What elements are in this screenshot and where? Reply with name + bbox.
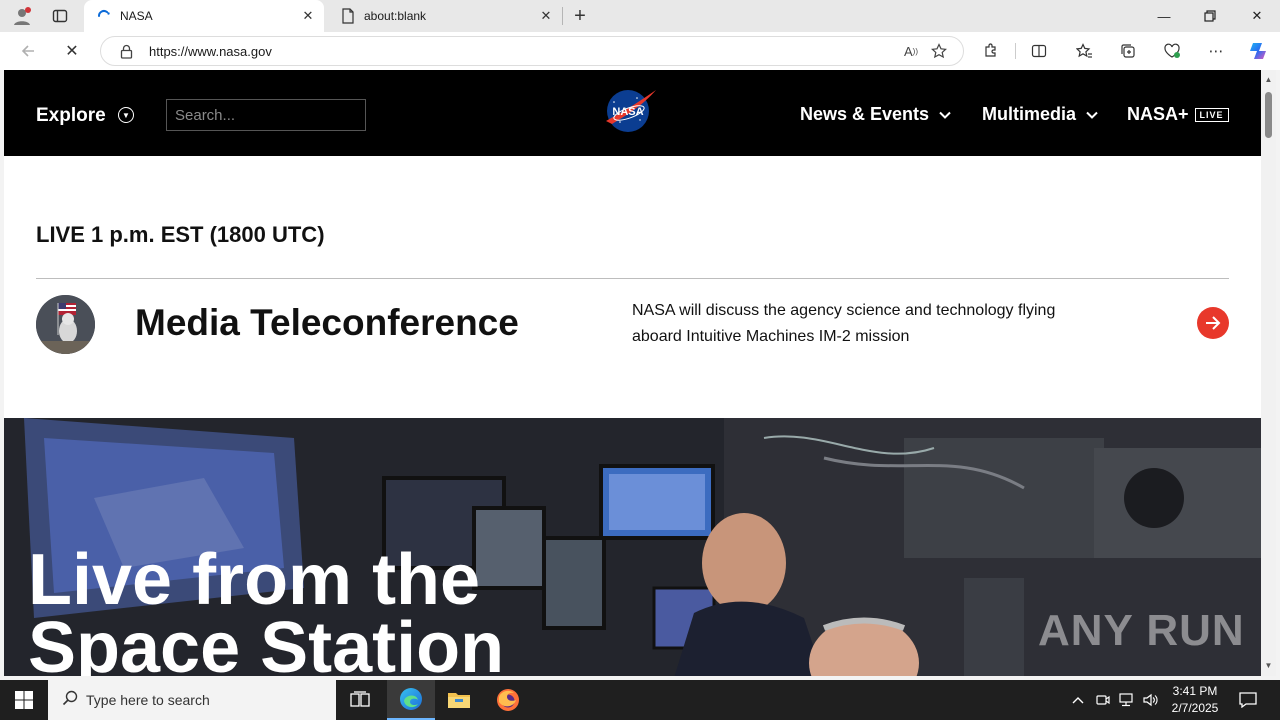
chevron-down-icon[interactable]: ▼ (118, 107, 134, 123)
windows-taskbar: Type here to search 3:41 PM 2/7/2025 (0, 680, 1280, 720)
tab-title: NASA (120, 9, 153, 23)
favorites-icon[interactable] (1070, 37, 1098, 65)
chevron-down-icon (1086, 108, 1098, 122)
tab-divider (562, 7, 563, 25)
meet-now-icon[interactable] (1093, 680, 1113, 720)
tab-actions-icon[interactable] (48, 4, 72, 28)
menu-label: NASA+ (1127, 104, 1189, 124)
taskbar-clock[interactable]: 3:41 PM 2/7/2025 (1160, 683, 1230, 717)
volume-icon[interactable] (1141, 680, 1161, 720)
notifications-icon[interactable] (1236, 680, 1260, 720)
network-icon[interactable] (1117, 680, 1137, 720)
show-hidden-icons-chevron-icon[interactable] (1068, 680, 1088, 720)
profile-icon[interactable] (10, 4, 34, 28)
loading-spinner-icon (96, 8, 112, 24)
close-tab-icon[interactable]: ✕ (298, 6, 318, 26)
menu-label: Multimedia (982, 104, 1077, 124)
live-badge: LIVE (1194, 107, 1229, 122)
address-bar[interactable]: https://www.nasa.gov A)) (100, 36, 964, 66)
taskbar-search-placeholder: Type here to search (86, 692, 210, 708)
minimize-icon[interactable]: — (1141, 0, 1187, 32)
live-time-label: LIVE 1 p.m. EST (1800 UTC) (36, 222, 325, 247)
tab-strip: NASA ✕ about:blank ✕ + — ✕ (0, 0, 1280, 32)
site-header: Explore ▼ Search... NASA News & Events M… (4, 70, 1261, 156)
event-thumbnail[interactable] (36, 295, 95, 354)
search-icon (62, 690, 78, 710)
event-description: NASA will discuss the agency science and… (632, 302, 1056, 345)
scroll-down-icon[interactable]: ▼ (1261, 658, 1276, 672)
explore-menu-button[interactable]: Explore (36, 105, 106, 127)
close-window-icon[interactable]: ✕ (1234, 0, 1280, 32)
stop-loading-icon[interactable]: ✕ (58, 37, 86, 65)
firefox-icon[interactable] (484, 680, 532, 720)
favorite-star-icon[interactable] (925, 39, 953, 63)
nasa-plus-link[interactable]: NASA+ LIVE (1127, 104, 1229, 125)
back-icon[interactable] (14, 37, 42, 65)
url-text[interactable]: https://www.nasa.gov (149, 44, 897, 59)
menu-label: News & Events (800, 104, 930, 124)
news-events-menu[interactable]: News & Events (800, 104, 951, 125)
new-tab-icon[interactable]: + (568, 4, 592, 28)
copilot-icon[interactable] (1244, 37, 1272, 65)
tab-nasa[interactable]: NASA ✕ (84, 0, 324, 32)
page-icon (340, 8, 356, 24)
split-screen-icon[interactable] (1025, 37, 1053, 65)
arrow-right-icon[interactable] (1197, 307, 1229, 339)
task-view-icon[interactable] (336, 680, 384, 720)
anyrun-watermark: ANY RUN (1038, 606, 1245, 656)
divider (36, 278, 1229, 279)
clock-date: 2/7/2025 (1171, 701, 1219, 715)
windows-start-icon[interactable] (0, 680, 48, 720)
hero-title-line-2: Space Station (28, 608, 505, 676)
nasa-logo[interactable]: NASA (602, 86, 658, 139)
restore-icon[interactable] (1187, 0, 1233, 32)
site-search-input[interactable]: Search... (166, 99, 366, 131)
logo-text: NASA (612, 106, 643, 118)
toolbar-divider (1015, 43, 1016, 59)
taskbar-search-input[interactable]: Type here to search (48, 680, 336, 720)
edge-taskbar-icon[interactable] (387, 680, 435, 720)
page-scrollbar[interactable]: ▲ ▼ (1261, 70, 1276, 676)
scroll-up-icon[interactable]: ▲ (1261, 72, 1276, 86)
address-toolbar: ✕ https://www.nasa.gov A)) ⋯ (0, 32, 1280, 70)
file-explorer-icon[interactable] (435, 680, 483, 720)
collections-icon[interactable] (1114, 37, 1142, 65)
tab-about-blank[interactable]: about:blank ✕ (328, 0, 562, 32)
close-tab-icon[interactable]: ✕ (536, 6, 556, 26)
chevron-down-icon (939, 108, 951, 122)
page-viewport: Explore ▼ Search... NASA News & Events M… (4, 70, 1261, 676)
clock-time: 3:41 PM (1172, 684, 1218, 698)
more-menu-icon[interactable]: ⋯ (1202, 37, 1230, 65)
lock-icon[interactable] (117, 44, 135, 59)
browser-essentials-icon[interactable] (1158, 37, 1186, 65)
hero-banner[interactable]: Live from the Space Station ANY RUN (4, 418, 1261, 676)
multimedia-menu[interactable]: Multimedia (982, 104, 1098, 125)
hero-title-line-1: Live from the (28, 540, 481, 620)
hero-title[interactable]: Live from the Space Station (28, 540, 505, 676)
tab-title: about:blank (364, 9, 427, 23)
extensions-icon[interactable] (977, 37, 1005, 65)
watermark-text: ANY RUN (1038, 606, 1245, 655)
scrollbar-thumb[interactable] (1265, 92, 1272, 138)
read-aloud-icon[interactable]: A)) (897, 39, 925, 63)
event-title[interactable]: Media Teleconference (135, 302, 519, 344)
